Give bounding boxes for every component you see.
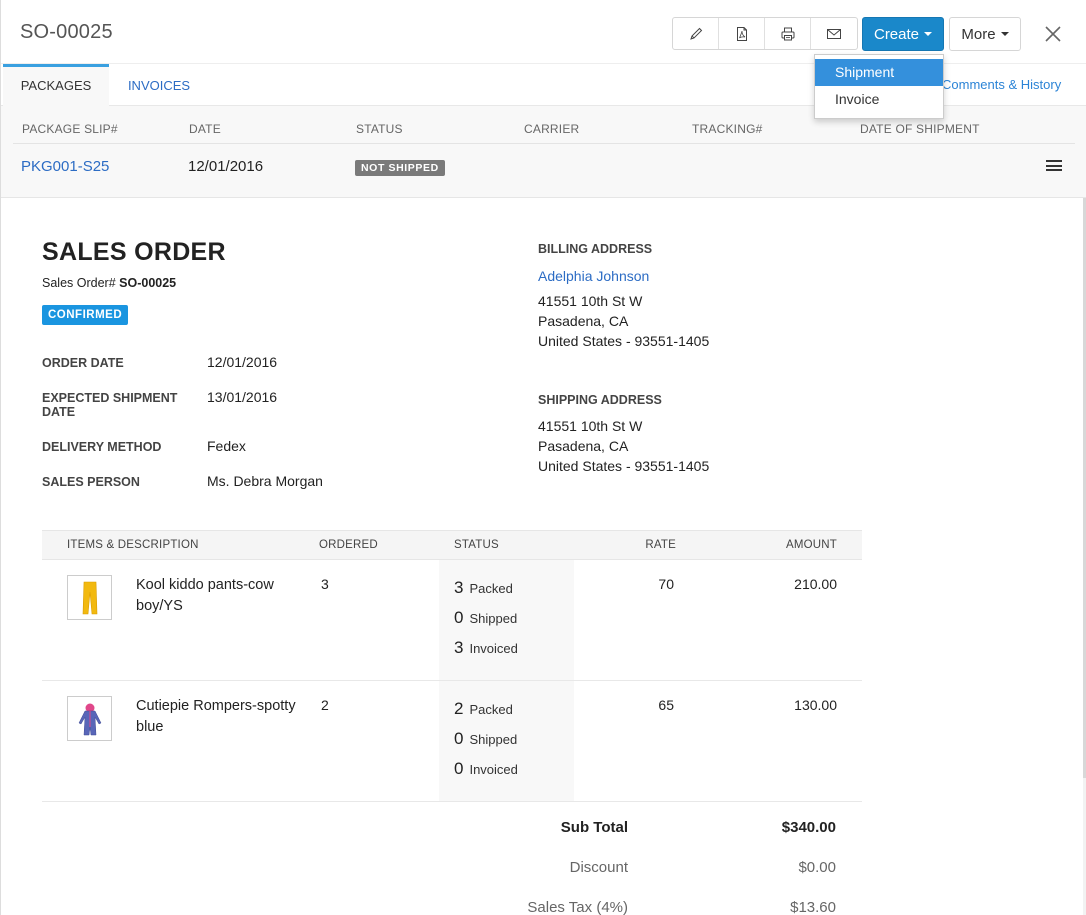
table-row: Cutiepie Rompers-spotty blue 2 2 Packed 0… <box>42 681 862 802</box>
column-header: STATUS <box>454 539 499 551</box>
item-amount: 130.00 <box>794 697 837 713</box>
print-button[interactable] <box>765 18 811 49</box>
pdf-icon <box>736 26 747 41</box>
status-badge: NOT SHIPPED <box>355 160 445 176</box>
items-table-header: ITEMS & DESCRIPTION ORDERED STATUS RATE … <box>42 530 862 560</box>
email-button[interactable] <box>811 18 857 49</box>
shipping-address-line: United States - 93551-1405 <box>538 458 710 474</box>
action-icon-group <box>672 17 858 50</box>
sales-tax-value: $13.60 <box>790 899 836 915</box>
package-date: 12/01/2016 <box>188 158 264 175</box>
shipped-count: 0 Shipped <box>454 608 518 627</box>
pdf-button[interactable] <box>719 18 765 49</box>
close-icon <box>1045 26 1061 42</box>
sales-order-number-value: SO-00025 <box>119 276 177 290</box>
field-value: 13/01/2016 <box>207 389 278 405</box>
item-ordered: 3 <box>321 576 329 592</box>
page-title: SO-00025 <box>20 21 113 43</box>
blue-romper-image <box>78 703 101 735</box>
invoiced-count: 3 Invoiced <box>454 638 518 657</box>
column-header: STATUS <box>356 122 403 136</box>
field-label: EXPECTED SHIPMENT DATE <box>42 391 178 419</box>
pencil-icon <box>689 27 702 40</box>
subtotal-value: $340.00 <box>781 819 836 836</box>
column-header: RATE <box>645 539 676 551</box>
menu-item-shipment[interactable]: Shipment <box>815 59 943 86</box>
item-rate: 70 <box>658 576 674 592</box>
document-title: SALES ORDER <box>42 238 226 266</box>
items-table: ITEMS & DESCRIPTION ORDERED STATUS RATE … <box>42 530 862 802</box>
item-thumbnail <box>67 696 112 741</box>
column-header: TRACKING# <box>692 122 763 136</box>
billing-address-line: United States - 93551-1405 <box>538 333 710 349</box>
yellow-pants-image <box>82 581 97 614</box>
comments-history-link[interactable]: Comments & History <box>942 77 1061 92</box>
tab-invoices[interactable]: INVOICES <box>109 64 209 106</box>
billing-address-line: 41551 10th St W <box>538 293 643 309</box>
package-slip-link[interactable]: PKG001-S25 <box>21 158 109 175</box>
field-label: ORDER DATE <box>42 356 124 370</box>
field-value: Fedex <box>207 438 246 454</box>
column-header: PACKAGE SLIP# <box>22 122 118 136</box>
sales-tax-label: Sales Tax (4%) <box>527 899 628 915</box>
item-amount: 210.00 <box>794 576 837 592</box>
tab-packages[interactable]: PACKAGES <box>3 64 109 106</box>
caret-down-icon <box>1000 32 1009 36</box>
shipping-address-line: 41551 10th St W <box>538 418 643 434</box>
table-row: Kool kiddo pants-cow boy/YS 3 3 Packed 0S… <box>42 560 862 681</box>
packed-count: 3 Packed <box>454 578 513 597</box>
printer-icon <box>781 27 794 40</box>
item-ordered: 2 <box>321 697 329 713</box>
close-button[interactable] <box>1041 22 1065 46</box>
column-header: AMOUNT <box>785 539 837 551</box>
create-button[interactable]: Create <box>862 17 944 51</box>
packages-table: PACKAGE SLIP# DATE STATUS CARRIER TRACKI… <box>1 106 1086 198</box>
field-label: SALES PERSON <box>42 475 140 489</box>
column-header: CARRIER <box>524 122 580 136</box>
billing-address-label: BILLING ADDRESS <box>538 242 653 256</box>
packed-count: 2 Packed <box>454 699 513 718</box>
item-name: Cutiepie Rompers-spotty blue <box>136 698 296 735</box>
column-header: DATE OF SHIPMENT <box>860 122 980 136</box>
invoiced-count: 0 Invoiced <box>454 759 518 778</box>
subtotal-label: Sub Total <box>560 819 628 836</box>
sales-order-panel: SO-00025 Create More PACKAGES INVOICES C… <box>0 0 1086 915</box>
item-name: Kool kiddo pants-cow boy/YS <box>136 577 274 614</box>
envelope-icon <box>827 28 841 39</box>
field-value: Ms. Debra Morgan <box>207 473 323 489</box>
column-header: ORDERED <box>319 539 378 551</box>
hamburger-menu-icon[interactable] <box>1046 160 1062 172</box>
table-row: PKG001-S25 12/01/2016 NOT SHIPPED <box>1 144 1086 198</box>
create-dropdown-menu: Shipment Invoice <box>814 54 944 119</box>
shipping-address-label: SHIPPING ADDRESS <box>538 393 662 407</box>
item-rate: 65 <box>658 697 674 713</box>
sales-order-number: Sales Order# SO-00025 <box>42 276 176 290</box>
shipped-count: 0 Shipped <box>454 729 518 748</box>
more-button-label: More <box>961 25 996 43</box>
billing-address-line: Pasadena, CA <box>538 313 629 329</box>
edit-button[interactable] <box>673 18 719 49</box>
field-value: 12/01/2016 <box>207 354 278 370</box>
menu-item-invoice[interactable]: Invoice <box>815 86 943 113</box>
shipping-address-line: Pasadena, CA <box>538 438 629 454</box>
caret-down-icon <box>924 32 933 36</box>
order-status-badge: CONFIRMED <box>42 305 129 325</box>
discount-label: Discount <box>569 859 628 876</box>
field-label: DELIVERY METHOD <box>42 440 162 454</box>
column-header: DATE <box>189 122 221 136</box>
discount-value: $0.00 <box>798 859 836 876</box>
billing-customer-link[interactable]: Adelphia Johnson <box>538 268 649 284</box>
sales-order-number-label: Sales Order# <box>42 276 116 290</box>
more-button[interactable]: More <box>949 17 1021 51</box>
column-header: ITEMS & DESCRIPTION <box>67 539 199 551</box>
item-thumbnail <box>67 575 112 620</box>
create-button-label: Create <box>873 25 920 43</box>
